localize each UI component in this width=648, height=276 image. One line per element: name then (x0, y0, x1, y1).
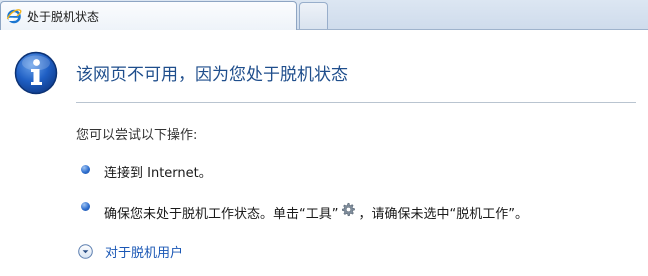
list-item-connect: 连接到 Internet。 (104, 166, 212, 181)
info-icon (14, 51, 58, 95)
offline-users-expander[interactable]: 对于脱机用户 (78, 242, 183, 261)
step-text-suffix: ，请确保未选中“脱机工作”。 (358, 207, 528, 222)
browser-page: 处于脱机状态 该网页不可用，因为您处于脱机状态 您可以尝试以下操作: 连接到 I… (0, 0, 648, 276)
gear-icon (342, 202, 356, 216)
ie-icon (6, 9, 22, 24)
bullet-icon (81, 165, 90, 174)
expander-label[interactable]: 对于脱机用户 (105, 242, 183, 261)
bullet-icon (81, 202, 90, 211)
page-title: 该网页不可用，因为您处于脱机状态 (76, 65, 348, 85)
step-text-prefix: 确保您未处于脱机工作状态。单击“工具” (104, 207, 339, 222)
tab-strip: 处于脱机状态 (0, 0, 648, 30)
suggestions-heading: 您可以尝试以下操作: (76, 128, 198, 143)
list-item-work-offline: 确保您未处于脱机工作状态。单击“工具” ，请确保未选中“脱机工作”。 (104, 202, 528, 222)
tab-offline[interactable]: 处于脱机状态 (0, 1, 297, 30)
chevron-down-icon[interactable] (78, 244, 93, 259)
tab-title: 处于脱机状态 (27, 10, 100, 24)
divider (76, 102, 636, 103)
new-tab-button[interactable] (299, 2, 328, 29)
